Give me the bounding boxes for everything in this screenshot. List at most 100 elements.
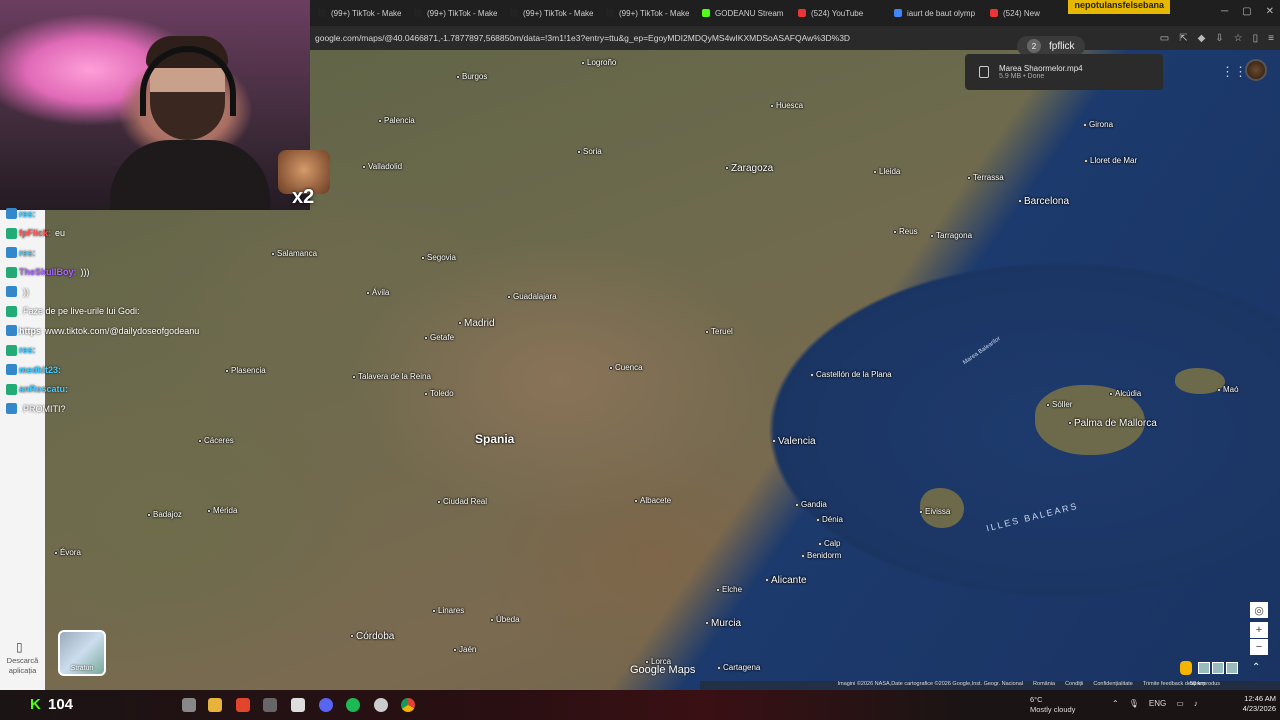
browser-tab[interactable]: (524) YouTube <box>790 0 886 26</box>
chat-username[interactable]: fpFlick: <box>19 228 51 238</box>
cast-icon[interactable]: ▭ <box>1160 33 1169 44</box>
city-label[interactable]: Lloret de Mar <box>1084 156 1137 165</box>
city-label[interactable]: Valencia <box>772 436 816 447</box>
file-explorer-icon[interactable] <box>208 698 222 712</box>
browser-tab[interactable]: iaurt de baut olymp <box>886 0 982 26</box>
browser-tab[interactable]: (524) New <box>982 0 1078 26</box>
city-label[interactable]: Badajoz <box>147 510 182 519</box>
chat-username[interactable]: anRoscatu: <box>19 384 68 394</box>
weather-widget[interactable]: 6°C Mostly cloudy <box>1030 695 1075 715</box>
city-label[interactable]: Córdoba <box>350 631 394 642</box>
city-label[interactable]: Ciudad Real <box>437 497 487 506</box>
browser-tab[interactable]: (99+) TikTok - Make <box>310 0 406 26</box>
city-label[interactable]: Cartagena <box>717 663 760 672</box>
expand-icon[interactable]: ⌃ <box>1252 662 1260 673</box>
city-label[interactable]: Castellón de la Plana <box>810 370 892 379</box>
city-label[interactable]: Gandia <box>795 500 827 509</box>
city-label[interactable]: Alicante <box>765 575 807 586</box>
download-app-link[interactable]: Descarcă aplicația <box>2 656 43 676</box>
city-label[interactable]: Palencia <box>378 116 415 125</box>
sidebar-icon[interactable]: ▯ <box>1253 33 1259 44</box>
taskbar-clock[interactable]: 12:46 AM 4/23/2026 <box>1232 694 1276 714</box>
city-label[interactable]: Linares <box>432 606 464 615</box>
attribution-link[interactable]: România <box>1033 681 1055 690</box>
extension-icon[interactable]: ◆ <box>1198 33 1206 44</box>
chat-username[interactable]: https <box>19 326 41 336</box>
my-location-button[interactable]: ◎ <box>1250 602 1268 618</box>
city-label[interactable]: Úbeda <box>490 615 520 624</box>
city-label[interactable]: Terrassa <box>967 173 1004 182</box>
city-label[interactable]: Cuenca <box>609 363 643 372</box>
city-label[interactable]: Calp <box>818 539 840 548</box>
calculator-icon[interactable] <box>291 698 305 712</box>
city-label[interactable]: Teruel <box>705 327 733 336</box>
attribution-link[interactable]: Confidențialitate <box>1093 681 1132 690</box>
city-label[interactable]: Sóller <box>1046 400 1072 409</box>
city-label[interactable]: Mérida <box>207 506 237 515</box>
city-label[interactable]: Murcia <box>705 618 741 629</box>
zoom-in-button[interactable]: + <box>1250 622 1268 638</box>
browser-tab[interactable]: (99+) TikTok - Make <box>406 0 502 26</box>
attribution-link[interactable]: Trimite feedback despre produs <box>1143 681 1220 690</box>
city-label[interactable]: Ávila <box>366 288 389 297</box>
city-label[interactable]: Eivissa <box>919 507 950 516</box>
city-label[interactable]: Dénia <box>816 515 843 524</box>
city-label[interactable]: Logroño <box>581 58 616 67</box>
chat-username[interactable]: medkit23: <box>19 365 61 375</box>
bookmark-icon[interactable]: ☆ <box>1234 33 1243 44</box>
steam-icon[interactable] <box>374 698 388 712</box>
city-label[interactable]: Girona <box>1083 120 1113 129</box>
layers-button[interactable]: Straturi <box>58 630 106 676</box>
language-indicator[interactable]: ENG <box>1149 699 1166 708</box>
city-label[interactable]: Talavera de la Reina <box>352 372 431 381</box>
spotify-icon[interactable] <box>346 698 360 712</box>
city-label[interactable]: Soria <box>577 147 602 156</box>
chat-username[interactable]: res: <box>19 248 36 258</box>
share-icon[interactable]: ⇱ <box>1179 33 1187 44</box>
task-view-icon[interactable] <box>182 698 196 712</box>
city-label[interactable]: Benidorm <box>801 551 841 560</box>
zoom-out-button[interactable]: − <box>1250 639 1268 655</box>
city-label[interactable]: Tarragona <box>930 231 972 240</box>
map-type-thumbs[interactable] <box>1198 662 1238 674</box>
city-label[interactable]: Lleida <box>873 167 900 176</box>
settings-icon[interactable] <box>263 698 277 712</box>
city-label[interactable]: Huesca <box>770 101 803 110</box>
city-label[interactable]: Reus <box>893 227 918 236</box>
profile-chip[interactable]: 2 fpflick <box>1017 36 1085 56</box>
close-window-icon[interactable]: ✕ <box>1266 6 1274 17</box>
city-label[interactable]: Barcelona <box>1018 196 1069 207</box>
attribution-link[interactable]: Condiții <box>1065 681 1083 690</box>
city-label[interactable]: Elche <box>716 585 742 594</box>
network-icon[interactable]: ▭ <box>1176 699 1184 708</box>
chrome-icon[interactable] <box>401 698 415 712</box>
alert-tab[interactable]: nepotulansfelsebana <box>1068 0 1170 14</box>
city-label[interactable]: Getafe <box>424 333 454 342</box>
account-avatar[interactable] <box>1245 59 1267 81</box>
city-label[interactable]: Madrid <box>458 318 495 329</box>
city-label[interactable]: Segovia <box>421 253 456 262</box>
browser-tab[interactable]: (99+) TikTok - Make <box>502 0 598 26</box>
minimize-icon[interactable]: ─ <box>1221 6 1228 17</box>
city-label[interactable]: Palma de Mallorca <box>1068 418 1157 429</box>
city-label[interactable]: Albacete <box>634 496 671 505</box>
city-label[interactable]: Guadalajara <box>507 292 557 301</box>
download-icon[interactable]: ⇩ <box>1215 33 1223 44</box>
discord-icon[interactable] <box>319 698 333 712</box>
chat-username[interactable]: res: <box>19 345 36 355</box>
mic-icon[interactable]: 🎙 <box>1129 699 1139 708</box>
brave-icon[interactable] <box>236 698 250 712</box>
city-label[interactable]: Toledo <box>424 389 454 398</box>
city-label[interactable]: Cáceres <box>198 436 234 445</box>
city-label[interactable]: Alcúdia <box>1109 389 1141 398</box>
download-popup[interactable]: Marea Shaormelor.mp4 5.9 MB • Done <box>965 54 1163 90</box>
browser-tab[interactable]: (99+) TikTok - Make <box>598 0 694 26</box>
chat-username[interactable]: res: <box>19 209 36 219</box>
browser-tab[interactable]: GODEANU Stream <box>694 0 790 26</box>
city-label[interactable]: Valladolid <box>362 162 402 171</box>
city-label[interactable]: Maó <box>1217 385 1239 394</box>
volume-icon[interactable]: ♪ <box>1194 699 1198 708</box>
city-label[interactable]: Burgos <box>456 72 487 81</box>
maximize-icon[interactable]: ▢ <box>1242 6 1251 17</box>
tray-chevron-icon[interactable]: ⌃ <box>1112 699 1119 708</box>
